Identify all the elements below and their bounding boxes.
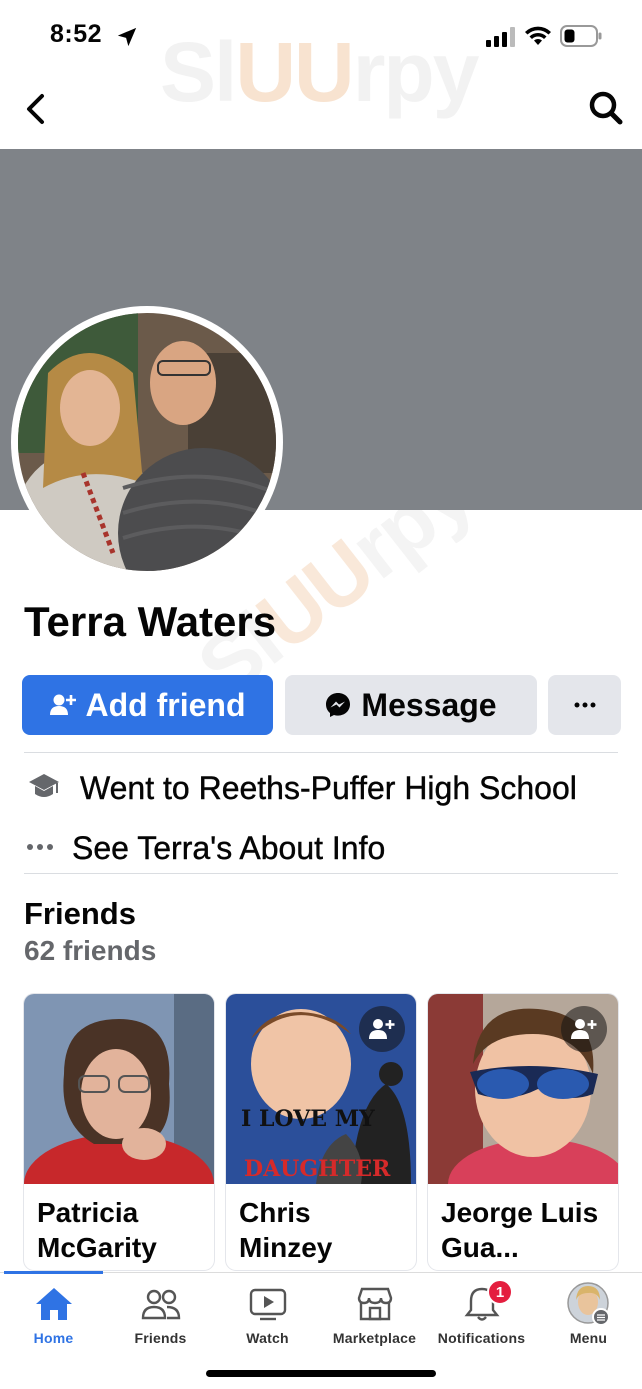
more-info-icon bbox=[27, 844, 53, 850]
tab-label: Home bbox=[33, 1330, 74, 1346]
friend-name: Jeorge Luis Gua... bbox=[441, 1197, 599, 1263]
active-tab-indicator bbox=[4, 1271, 103, 1274]
friend-photo-image bbox=[24, 994, 214, 1234]
watermark-part: Sl bbox=[160, 25, 237, 119]
marketplace-icon bbox=[357, 1287, 392, 1321]
more-options-button[interactable] bbox=[548, 675, 621, 735]
graduation-cap-icon bbox=[29, 774, 59, 797]
watermark-part: UU bbox=[235, 25, 354, 119]
friends-count[interactable]: 62 friends bbox=[24, 935, 156, 967]
friend-card[interactable]: Jeorge Luis Gua... bbox=[428, 994, 618, 1270]
location-arrow-icon bbox=[117, 27, 137, 47]
add-friend-icon bbox=[49, 694, 76, 715]
friend-card[interactable]: Patricia McGarity bbox=[24, 994, 214, 1270]
watermark-part: rpy bbox=[352, 25, 480, 119]
divider bbox=[24, 752, 618, 753]
add-friend-label: Add friend bbox=[85, 686, 246, 723]
tab-label: Watch bbox=[246, 1330, 289, 1346]
friend-name: Patricia McGarity bbox=[37, 1197, 157, 1263]
watermark: SlUUrpy bbox=[160, 24, 480, 121]
profile-name: Terra Waters bbox=[24, 598, 277, 645]
search-icon[interactable] bbox=[588, 90, 624, 126]
friend-photo: I LOVE MY DAUGHTER bbox=[226, 994, 416, 1184]
friend-card[interactable]: I LOVE MY DAUGHTER Chris Minzey bbox=[226, 994, 416, 1270]
friend-photo bbox=[428, 994, 618, 1229]
message-button[interactable]: Message bbox=[285, 675, 537, 735]
battery-icon bbox=[560, 25, 602, 47]
back-arrow-icon[interactable] bbox=[24, 92, 48, 126]
profile-avatar[interactable] bbox=[18, 313, 276, 571]
add-friend-icon bbox=[369, 1019, 395, 1039]
message-label: Message bbox=[361, 686, 497, 723]
menu-avatar-icon bbox=[566, 1282, 610, 1326]
tab-notifications[interactable]: Notifications bbox=[428, 1286, 535, 1356]
tab-label: Menu bbox=[569, 1330, 608, 1346]
add-friend-badge[interactable] bbox=[561, 1006, 607, 1052]
status-time: 8:52 bbox=[50, 20, 103, 48]
notification-badge: 1 bbox=[487, 1279, 513, 1305]
add-friend-icon bbox=[571, 1019, 597, 1039]
tab-menu[interactable]: Menu bbox=[535, 1282, 642, 1356]
watch-icon bbox=[249, 1288, 286, 1321]
home-indicator bbox=[206, 1370, 436, 1377]
photo-caption: I LOVE MY bbox=[241, 1106, 375, 1132]
home-icon bbox=[35, 1288, 72, 1320]
wifi-icon bbox=[525, 26, 551, 45]
more-dots-icon bbox=[574, 702, 595, 708]
avatar-photo bbox=[18, 313, 276, 571]
friends-icon bbox=[141, 1289, 180, 1320]
messenger-icon bbox=[326, 693, 351, 717]
friend-name: Chris Minzey bbox=[239, 1197, 333, 1263]
see-about-info-link[interactable]: See Terra's About Info bbox=[72, 830, 386, 867]
tab-label: Friends bbox=[134, 1330, 187, 1346]
photo-caption: DAUGHTER bbox=[244, 1156, 391, 1182]
tab-label: Marketplace bbox=[332, 1330, 417, 1346]
divider bbox=[24, 873, 618, 874]
friend-photo bbox=[24, 994, 214, 1234]
tab-home[interactable]: Home bbox=[0, 1286, 107, 1356]
education-text: Went to Reeths-Puffer High School bbox=[80, 770, 577, 806]
tab-friends[interactable]: Friends bbox=[107, 1286, 214, 1356]
cellular-signal-icon bbox=[486, 27, 515, 47]
friends-section-title: Friends bbox=[24, 896, 136, 931]
add-friend-badge[interactable] bbox=[359, 1006, 405, 1052]
add-friend-button[interactable]: Add friend bbox=[22, 675, 273, 735]
tab-label: Notifications bbox=[437, 1330, 526, 1346]
tab-watch[interactable]: Watch bbox=[214, 1286, 321, 1356]
tab-marketplace[interactable]: Marketplace bbox=[321, 1286, 428, 1356]
